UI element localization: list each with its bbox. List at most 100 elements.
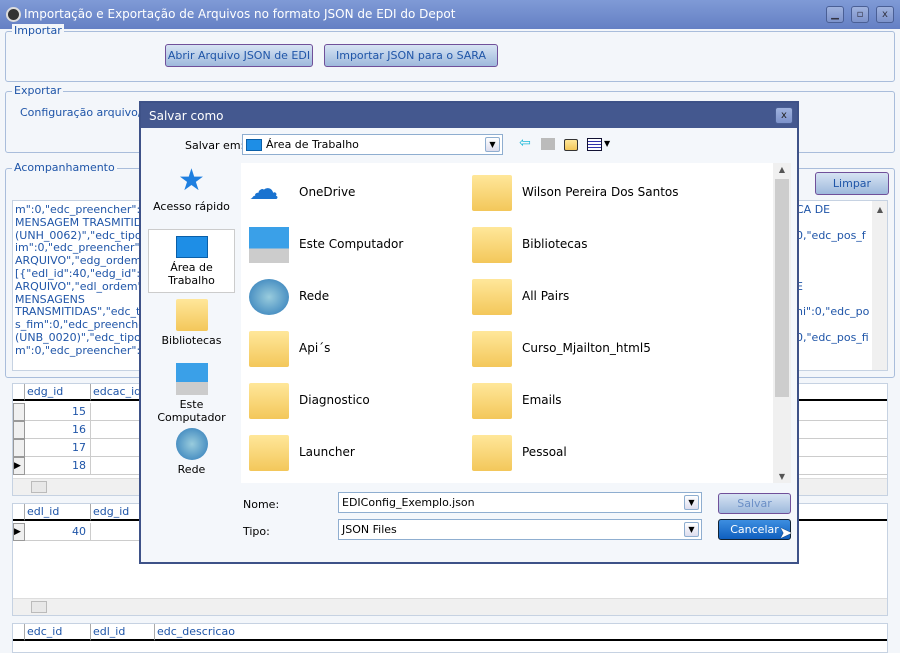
save-in-dropdown[interactable]: Área de Trabalho ▼ (242, 134, 503, 155)
row-indicator[interactable] (13, 421, 25, 439)
place-libraries[interactable]: Bibliotecas (148, 299, 235, 347)
close-button[interactable]: x (876, 6, 894, 23)
up-folder-icon[interactable] (541, 138, 555, 150)
grid-cell[interactable]: 16 (25, 421, 91, 439)
libraries-icon (472, 227, 512, 263)
importar-label: Importar (12, 24, 64, 37)
file-item[interactable]: ☁ OneDrive (241, 171, 461, 211)
globe-icon (249, 279, 289, 315)
file-item[interactable]: Bibliotecas (464, 223, 684, 263)
row-indicator[interactable] (13, 403, 25, 421)
column-header[interactable]: edl_id (25, 504, 91, 521)
folder-icon (472, 383, 512, 419)
chevron-down-icon[interactable]: ▼ (485, 137, 500, 152)
globe-icon (175, 428, 208, 460)
grid-cell[interactable]: 40 (25, 523, 91, 541)
grid-cell[interactable]: 18 (25, 457, 91, 475)
grid-edc[interactable]: edc_id edl_id edc_descricao (12, 623, 888, 653)
file-item[interactable]: Diagnostico (241, 379, 461, 419)
folder-icon (249, 435, 289, 471)
file-item[interactable]: Rede (241, 275, 461, 315)
log-line: 0,"edc_pos_fi (796, 331, 869, 344)
column-header[interactable]: edc_descricao (155, 624, 887, 641)
clear-button[interactable]: Limpar (815, 172, 889, 195)
file-item[interactable]: Wilson Pereira Dos Santos (464, 171, 684, 211)
file-item[interactable]: Curso_Mjailton_html5 (464, 327, 684, 367)
grid-corner (13, 384, 25, 401)
place-label: Bibliotecas (161, 334, 222, 347)
place-computer[interactable]: Este Computador (148, 363, 235, 424)
column-header[interactable]: edg_id (25, 384, 91, 401)
file-type-value: JSON Files (342, 523, 397, 536)
app-icon (6, 7, 21, 22)
file-name-value: EDIConfig_Exemplo.json (342, 496, 475, 509)
file-name-input[interactable]: EDIConfig_Exemplo.json ▼ (338, 492, 702, 513)
dialog-title: Salvar como (149, 109, 224, 123)
place-desktop[interactable]: Área de Trabalho (148, 229, 235, 293)
scroll-down-icon[interactable]: ▼ (773, 472, 791, 481)
file-name: Wilson Pereira Dos Santos (522, 185, 679, 199)
places-bar: ★ Acesso rápido Área de Trabalho Bibliote… (148, 163, 236, 483)
file-list[interactable]: ▲ ▼ ☁ OneDrive Wilson Pereira Dos Santos… (241, 163, 791, 483)
import-json-button[interactable]: Importar JSON para o SARA (324, 44, 498, 67)
scroll-thumb[interactable] (775, 179, 789, 397)
window-title: Importação e Exportação de Arquivos no f… (24, 7, 456, 21)
scroll-up-icon[interactable]: ▲ (872, 204, 887, 217)
libraries-icon (175, 299, 208, 331)
computer-icon (175, 363, 208, 395)
grid-cell[interactable]: 15 (25, 403, 91, 421)
log-line: m":0,"edc_preencher":nu (15, 343, 155, 357)
grid-corner (13, 504, 25, 521)
save-button[interactable]: Salvar (718, 493, 791, 514)
acompanhamento-label: Acompanhamento (12, 161, 117, 174)
log-line: ni":0,"edc_po (796, 305, 870, 319)
grid-cell[interactable]: 17 (25, 439, 91, 457)
file-item[interactable]: Pessoal (464, 431, 684, 471)
type-label: Tipo: (243, 525, 270, 538)
chevron-down-icon[interactable]: ▼ (684, 522, 699, 537)
maximize-button[interactable]: ▫ (851, 6, 869, 23)
file-list-scrollbar[interactable]: ▲ ▼ (773, 163, 791, 483)
column-header[interactable]: edl_id (91, 624, 155, 641)
minimize-button[interactable]: ▁ (826, 6, 844, 23)
file-item[interactable]: All Pairs (464, 275, 684, 315)
place-label: Este Computador (157, 398, 226, 424)
row-indicator[interactable]: ▶ (13, 457, 25, 475)
desktop-icon (175, 236, 208, 258)
log-line: (UNB_0020)","edc_tipo":0 (15, 331, 157, 344)
row-indicator[interactable]: ▶ (13, 523, 25, 541)
place-network[interactable]: Rede (148, 428, 235, 476)
dialog-close-button[interactable]: x (775, 107, 793, 124)
file-name: Launcher (299, 445, 355, 459)
file-type-dropdown[interactable]: JSON Files ▼ (338, 519, 702, 540)
exportar-label: Exportar (12, 84, 64, 97)
scroll-up-icon[interactable]: ▲ (773, 165, 791, 174)
chevron-down-icon[interactable]: ▼ (604, 139, 610, 148)
save-as-dialog: Salvar como x Salvar em: Área de Trabalh… (139, 101, 799, 564)
file-item[interactable]: Emails (464, 379, 684, 419)
folder-icon (472, 279, 512, 315)
row-indicator[interactable] (13, 439, 25, 457)
desktop-icon (246, 139, 262, 151)
file-name: Diagnostico (299, 393, 370, 407)
file-item[interactable]: Launcher (241, 431, 461, 471)
back-icon[interactable]: ⇦ (519, 135, 531, 151)
horizontal-scrollbar[interactable] (13, 598, 887, 615)
open-json-button[interactable]: Abrir Arquivo JSON de EDI (165, 44, 313, 67)
log-line: 0,"edc_pos_f (796, 228, 866, 242)
log-line: [{"edl_id":40,"edg_id":18, (15, 267, 158, 280)
file-item[interactable]: Este Computador (241, 223, 461, 263)
title-bar: Importação e Exportação de Arquivos no f… (0, 0, 900, 29)
new-folder-icon[interactable] (564, 139, 578, 151)
file-name: Emails (522, 393, 562, 407)
grid-corner (13, 624, 25, 641)
place-label: Rede (177, 463, 206, 476)
chevron-down-icon[interactable]: ▼ (684, 495, 699, 510)
file-item[interactable]: Api´s (241, 327, 461, 367)
computer-icon (249, 227, 289, 263)
column-header[interactable]: edc_id (25, 624, 91, 641)
user-folder-icon (472, 175, 512, 211)
place-quick-access[interactable]: ★ Acesso rápido (148, 165, 235, 214)
view-menu-icon[interactable] (587, 138, 602, 151)
log-scrollbar[interactable]: ▲ (872, 201, 887, 370)
